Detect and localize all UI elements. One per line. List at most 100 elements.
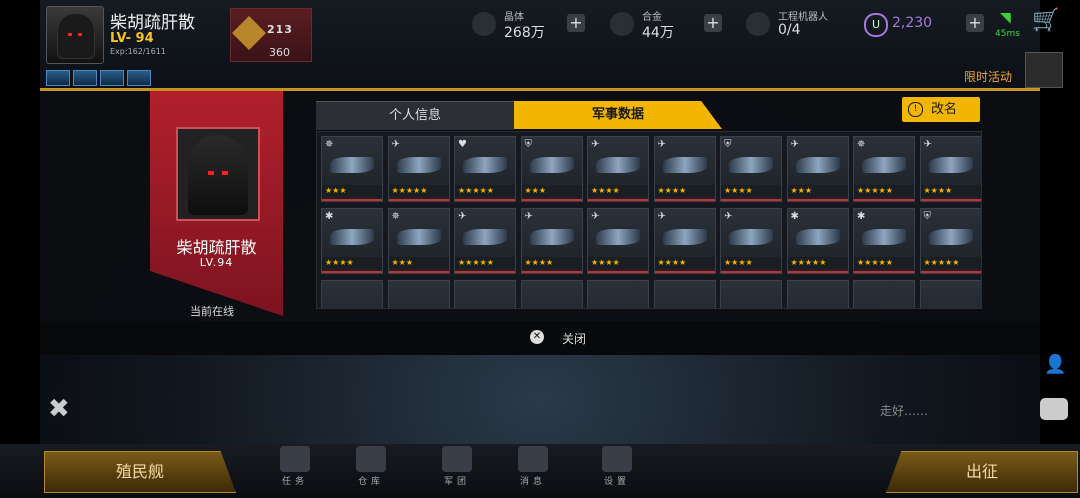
ship-card[interactable]: ✈ ★★★★	[587, 136, 649, 202]
fleet-thumb[interactable]	[46, 70, 70, 86]
ship-card[interactable]: ✈ ★★★★	[653, 208, 716, 274]
ship-type-icon: ⛨	[724, 139, 732, 150]
rank-value: 360	[269, 46, 290, 59]
ship-type-icon: ✵	[391, 211, 400, 222]
star-rating: ★★★★★	[388, 185, 449, 197]
legion-icon	[442, 446, 472, 472]
ship-card[interactable]	[853, 280, 915, 308]
eye-icon	[68, 33, 72, 36]
ship-card[interactable]	[387, 280, 450, 308]
event-icon[interactable]	[1025, 52, 1063, 88]
ship-type-icon: ✈	[524, 211, 533, 222]
ship-icon	[529, 157, 574, 173]
attack-button[interactable]: 出征	[886, 451, 1078, 493]
ship-card[interactable]	[786, 280, 849, 308]
event-label[interactable]: 限时活动	[964, 68, 1012, 85]
card-accent	[588, 199, 648, 201]
ship-card[interactable]: ✈ ★★★★	[919, 136, 981, 202]
ship-card[interactable]: ⛨ ★★★★	[720, 136, 782, 202]
alloy-value: 44万	[642, 25, 674, 41]
ping-value: 45ms	[995, 29, 1020, 39]
ship-type-icon: ⛨	[923, 211, 932, 222]
star-rating: ★★★	[388, 257, 449, 269]
nav-task[interactable]: 任务	[262, 444, 328, 498]
ship-icon	[596, 229, 640, 245]
ship-card[interactable]: ✈ ★★★★	[653, 136, 716, 202]
ship-card[interactable]	[587, 280, 649, 308]
add-u-button[interactable]: +	[966, 14, 984, 32]
card-accent	[654, 271, 715, 273]
ship-card[interactable]: ✱ ★★★★★	[786, 208, 849, 274]
profile-level: LV.94	[199, 256, 234, 269]
ship-card[interactable]: ✈ ★★★★	[720, 208, 782, 274]
ship-icon	[463, 229, 507, 245]
rank-panel[interactable]: 213 360	[230, 8, 312, 62]
ship-icon	[662, 157, 707, 173]
fleet-thumb[interactable]	[100, 70, 124, 86]
ship-card[interactable]: ✵ ★★★★★	[853, 136, 915, 202]
cart-icon[interactable]: 🛒	[1032, 8, 1062, 34]
screen-edge-left	[0, 0, 40, 498]
star-rating: ★★★★★	[920, 257, 981, 269]
tab-military-data[interactable]: 军事数据	[514, 101, 722, 129]
crystal-label: 晶体	[504, 12, 524, 23]
ship-card[interactable]	[653, 280, 716, 308]
ship-card[interactable]: ⛨ ★★★	[520, 136, 583, 202]
chat-icon[interactable]	[1040, 398, 1068, 420]
rename-button[interactable]: ! 改名	[902, 97, 980, 122]
close-label[interactable]: 关闭	[562, 330, 586, 347]
ship-card[interactable]	[919, 280, 981, 308]
warehouse-icon	[356, 446, 386, 472]
ship-icon	[596, 157, 640, 173]
ship-card[interactable]: ✈ ★★★★	[520, 208, 583, 274]
card-accent	[854, 271, 914, 273]
colony-ship-button[interactable]: 殖民舰	[44, 451, 236, 493]
star-rating: ★★★★★	[854, 185, 914, 197]
ship-icon	[795, 229, 840, 245]
tab-personal-info[interactable]: 个人信息	[316, 101, 514, 130]
fleet-thumb[interactable]	[127, 70, 151, 86]
ship-card[interactable]: ⛨ ★★★★★	[919, 208, 981, 274]
gear-icon	[602, 446, 632, 472]
card-accent	[388, 271, 449, 273]
ship-card[interactable]: ✈ ★★★★★	[454, 208, 516, 274]
player-avatar[interactable]	[46, 6, 104, 64]
add-crystal-button[interactable]: +	[567, 14, 585, 32]
nav-legion[interactable]: 军团	[424, 444, 490, 498]
person-icon[interactable]: 👤	[1044, 354, 1068, 378]
ship-card[interactable]	[720, 280, 782, 308]
ship-card[interactable]: ✈ ★★★★	[587, 208, 649, 274]
fleet-thumb[interactable]	[73, 70, 97, 86]
nav-warehouse[interactable]: 仓库	[338, 444, 404, 498]
close-icon[interactable]: ✕	[530, 330, 544, 344]
profile-name: 柴胡疏肝散	[176, 238, 257, 257]
ship-card[interactable]: ✈ ★★★★★	[387, 136, 450, 202]
wrench-icon[interactable]: ✖	[48, 394, 70, 424]
card-accent	[654, 199, 715, 201]
ship-card[interactable]: ✈ ★★★	[786, 136, 849, 202]
wifi-icon: ◥	[1000, 10, 1011, 26]
ship-card[interactable]: ✱ ★★★★	[321, 208, 383, 274]
close-bar[interactable]: ✕ 关闭	[40, 321, 1040, 355]
ship-card[interactable]	[454, 280, 516, 308]
star-rating: ★★★★	[721, 257, 781, 269]
ship-icon	[529, 229, 574, 245]
ship-card[interactable]: ♥ ★★★★★	[454, 136, 516, 202]
ship-card[interactable]: ✵ ★★★	[387, 208, 450, 274]
ship-card[interactable]: ✵ ★★★	[321, 136, 383, 202]
nav-label: 仓库	[357, 477, 384, 487]
nav-settings[interactable]: 设置	[584, 444, 650, 498]
ship-icon	[330, 229, 374, 245]
ship-card[interactable]	[321, 280, 383, 308]
ship-type-icon: ♥	[458, 139, 467, 150]
ship-card[interactable]	[520, 280, 583, 308]
ship-type-icon: ✈	[591, 139, 600, 150]
fleet-thumbnails[interactable]	[46, 70, 154, 90]
add-alloy-button[interactable]: +	[704, 14, 722, 32]
nav-messages[interactable]: 消息	[500, 444, 566, 498]
card-accent	[521, 199, 582, 201]
ship-type-icon: ✈	[391, 139, 400, 150]
star-rating: ★★★★	[322, 257, 382, 269]
ship-card[interactable]: ✱ ★★★★★	[853, 208, 915, 274]
star-rating: ★★★	[322, 185, 382, 197]
